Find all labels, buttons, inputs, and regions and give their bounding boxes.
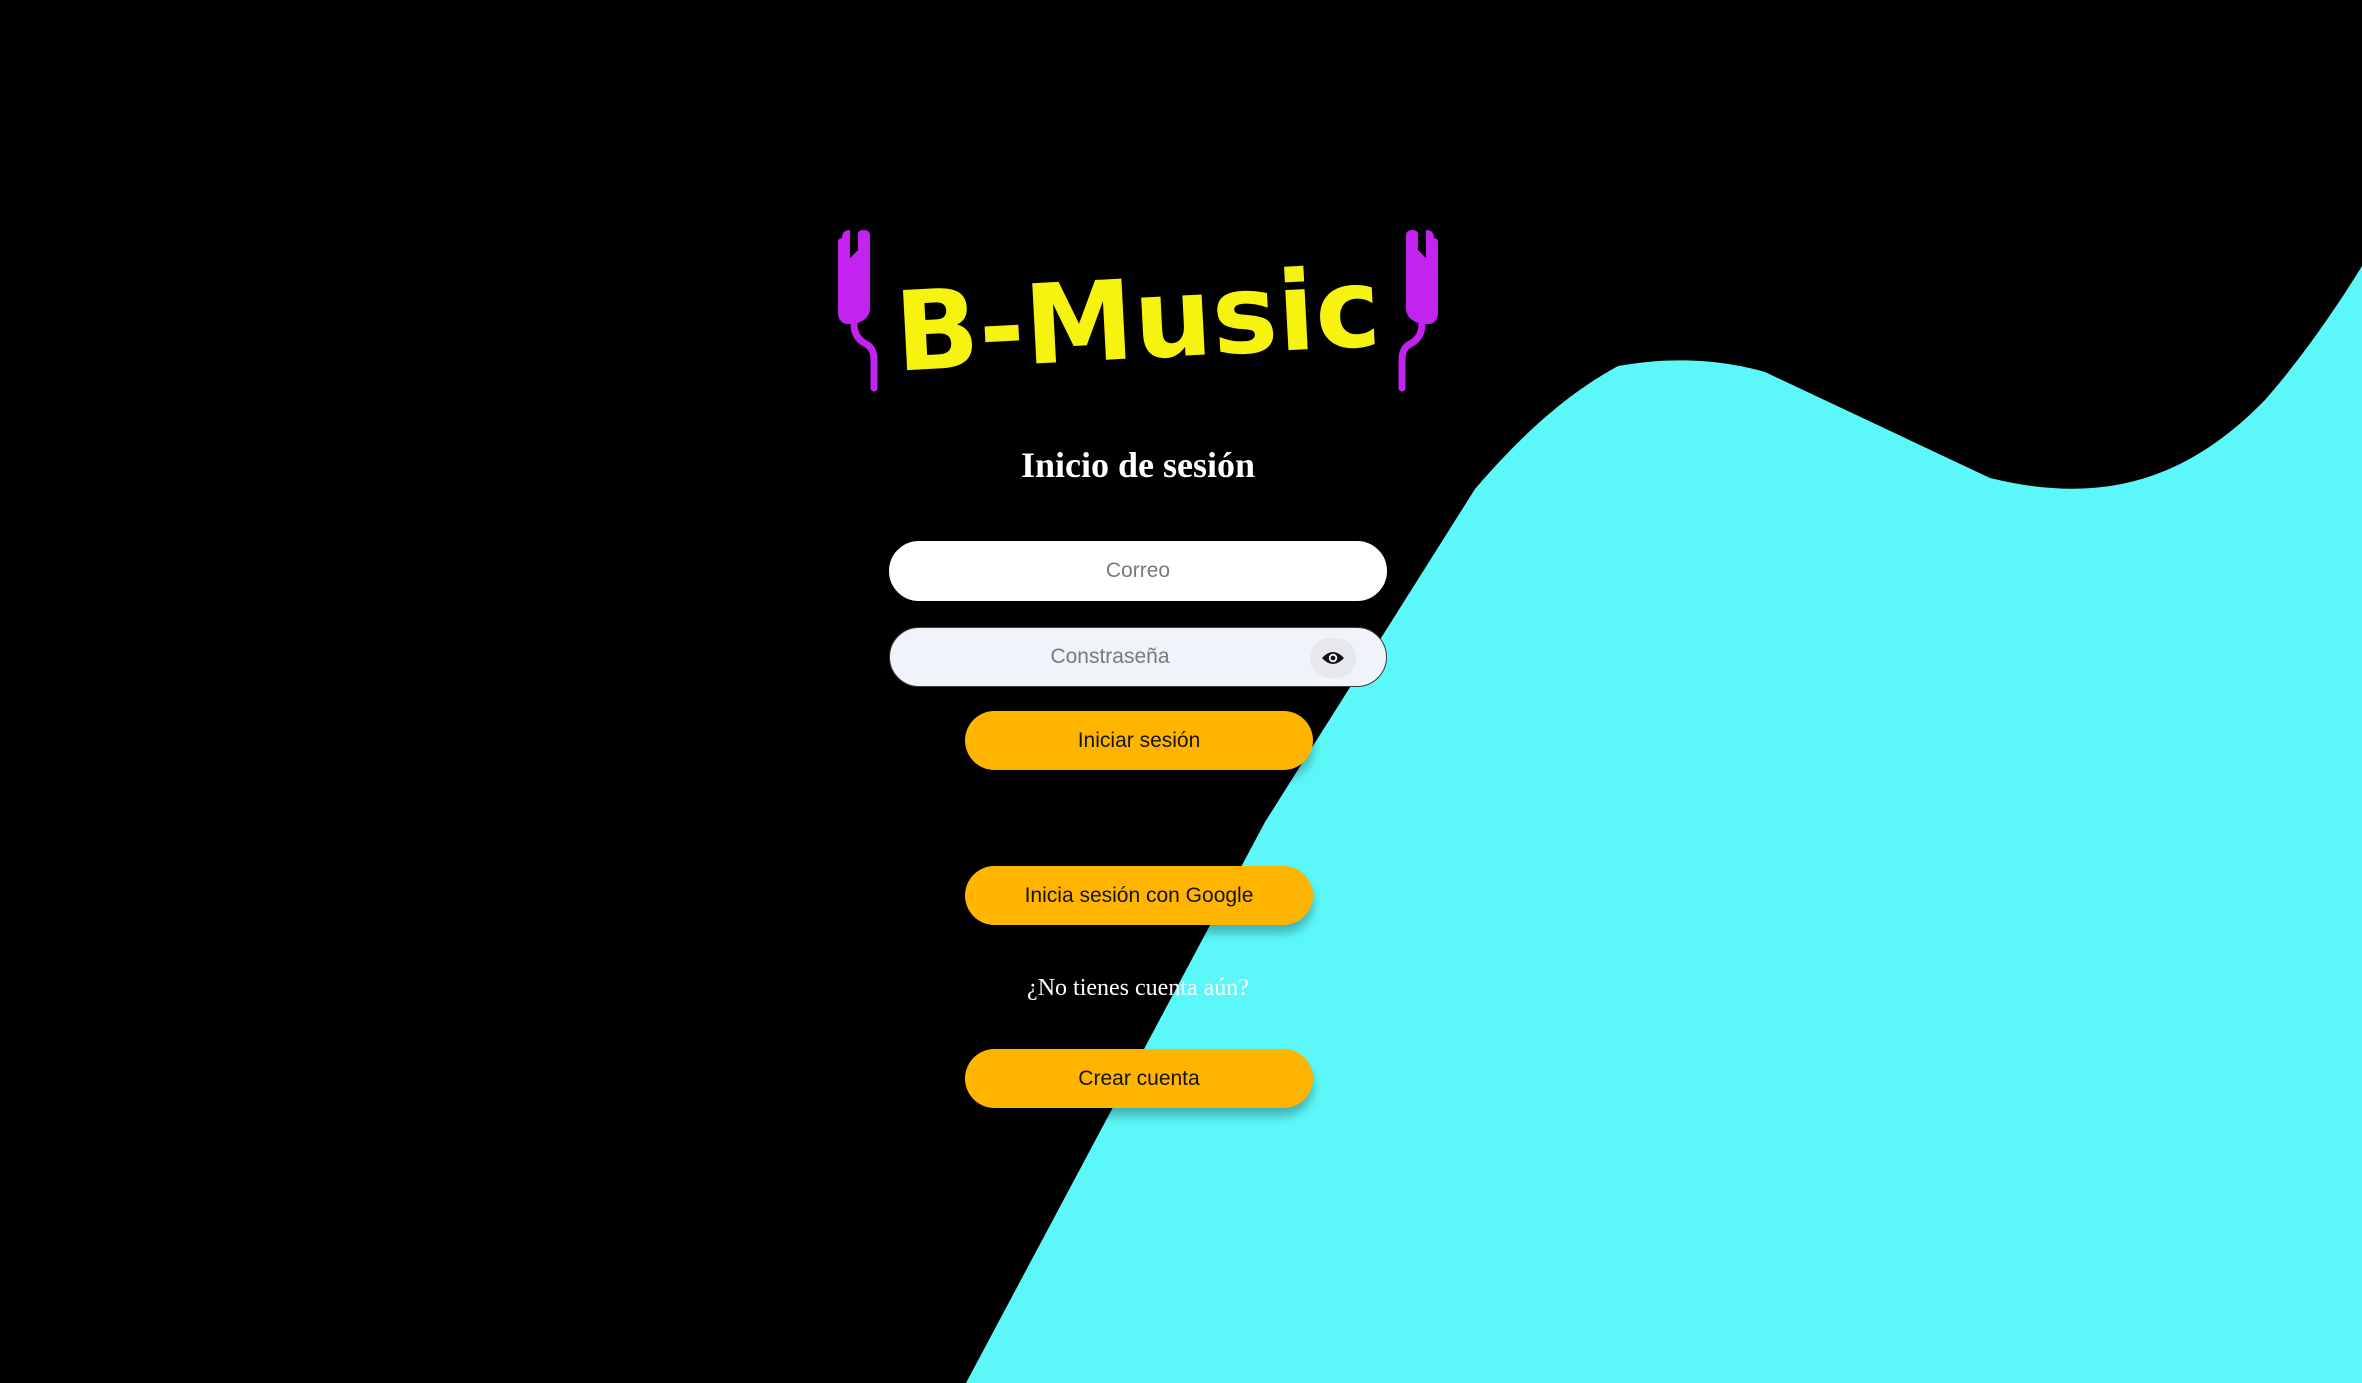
- show-password-button[interactable]: [1310, 638, 1356, 678]
- brand-logo: B-Music: [838, 230, 1438, 394]
- login-page: B-Music Inicio de sesión Iniciar sesión …: [0, 0, 2362, 1383]
- login-button[interactable]: Iniciar sesión: [965, 711, 1313, 770]
- password-field[interactable]: [889, 627, 1387, 687]
- google-login-button[interactable]: Inicia sesión con Google: [965, 866, 1313, 925]
- brand-name: B-Music: [892, 243, 1384, 394]
- right-earphone-icon: [1398, 230, 1438, 392]
- password-input[interactable]: [890, 628, 1330, 686]
- background-wave: [966, 266, 2362, 1383]
- email-input[interactable]: [890, 542, 1386, 600]
- page-title: Inicio de sesión: [1020, 445, 1256, 485]
- eye-icon: [1322, 652, 1344, 664]
- cyan-wave-shape: [966, 266, 2362, 1383]
- signup-prompt: ¿No tienes cuenta aún?: [1027, 975, 1249, 1001]
- left-earphone-icon: [838, 230, 878, 392]
- email-field[interactable]: [889, 541, 1387, 601]
- create-account-button[interactable]: Crear cuenta: [965, 1049, 1313, 1108]
